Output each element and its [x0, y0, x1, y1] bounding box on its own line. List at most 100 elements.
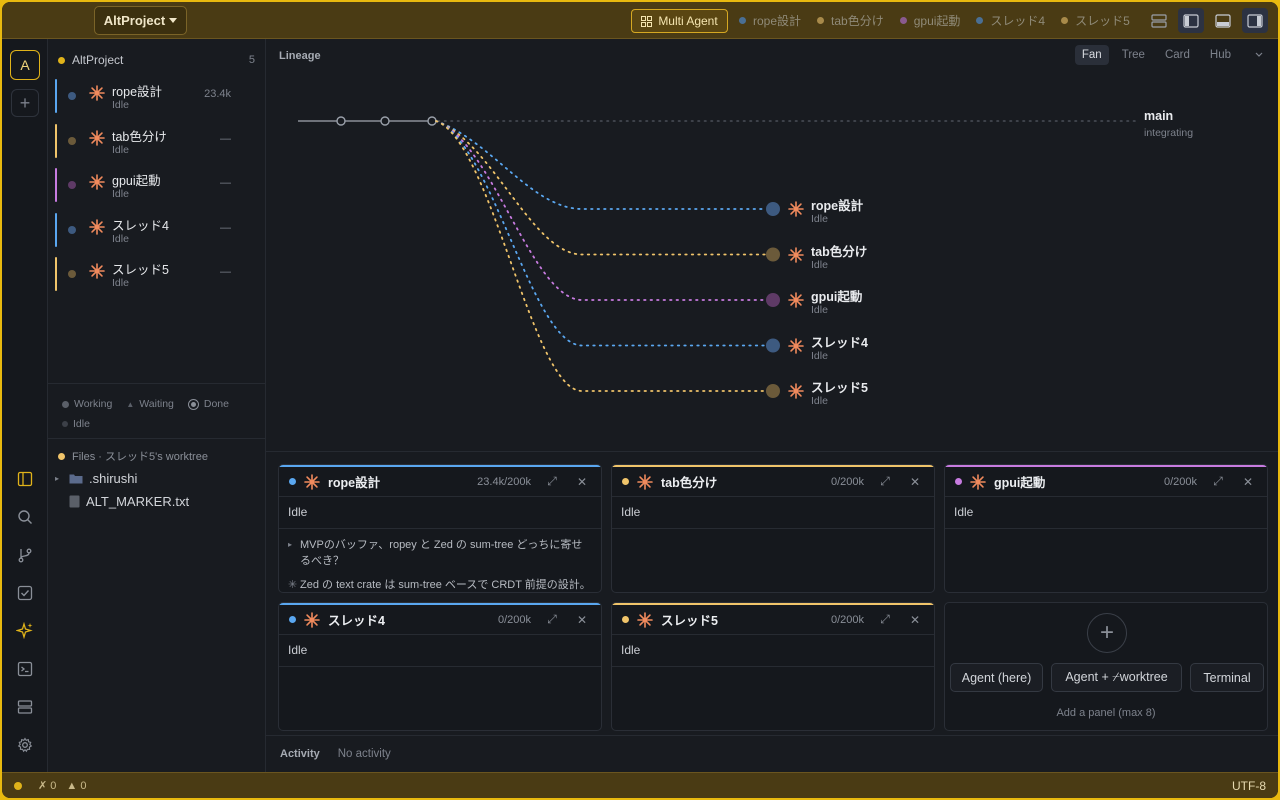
- thread-meta: 23.4k: [204, 88, 231, 100]
- thread-count: 5: [248, 54, 255, 66]
- thread-status-dot: [817, 17, 825, 24]
- multi-agent-button[interactable]: Multi Agent: [631, 9, 728, 33]
- titlebar-thread[interactable]: tab色分け: [817, 12, 884, 29]
- encoding-label[interactable]: UTF-8: [1232, 779, 1266, 793]
- close-icon[interactable]: ✕: [906, 611, 924, 629]
- panel-status: Idle: [621, 505, 641, 519]
- add-panel-hint: Add a panel (max 8): [1056, 707, 1156, 719]
- thread-color-bar: [55, 168, 57, 202]
- add-panel-plus-icon[interactable]: +: [1087, 613, 1127, 653]
- thread-meta: —: [220, 266, 231, 278]
- branch-node-label[interactable]: rope設計: [811, 195, 863, 214]
- main-node-label: main: [1144, 109, 1174, 123]
- project-header[interactable]: AltProject 5: [58, 53, 255, 67]
- server-icon[interactable]: [15, 697, 35, 717]
- thread-meta: —: [220, 177, 231, 189]
- titlebar-thread[interactable]: rope設計: [739, 12, 801, 29]
- panel-status: Idle: [621, 643, 641, 657]
- titlebar-thread[interactable]: スレッド4: [976, 12, 1045, 29]
- thread-name: tab色分け: [112, 129, 167, 144]
- close-icon[interactable]: ✕: [1239, 473, 1257, 491]
- warning-count[interactable]: ▲ 0: [66, 780, 86, 792]
- branch-node-status: Idle: [811, 395, 828, 407]
- terminal-icon[interactable]: [15, 659, 35, 679]
- agent-spark-icon: [788, 337, 804, 354]
- branch-node-label[interactable]: gpui起動: [811, 286, 862, 305]
- tab-tree[interactable]: Tree: [1115, 45, 1152, 65]
- panel-star-slot: [970, 473, 986, 490]
- left-sidebar-toggle-icon[interactable]: [1178, 8, 1204, 33]
- close-icon[interactable]: ✕: [906, 473, 924, 491]
- panel-star-slot: [637, 473, 653, 490]
- file-tree-folder[interactable]: ▸ .shirushi: [55, 471, 137, 486]
- title-bar: AltProject Multi Agent rope設計 tab色分け gpu…: [2, 2, 1278, 39]
- agent-spark-icon: [89, 129, 105, 146]
- agent-panel: tab色分け 0/200k ⤢ ✕ Idle: [611, 464, 935, 593]
- sidebar-thread-item[interactable]: rope設計 Idle 23.4k: [55, 79, 259, 115]
- file-icon: [69, 495, 80, 508]
- panel-status-dot: [622, 478, 629, 485]
- error-count[interactable]: ✗ 0: [38, 779, 56, 792]
- agent-worktree-button[interactable]: Agent + ⌿worktree: [1051, 663, 1182, 692]
- file-tree-file[interactable]: ALT_MARKER.txt: [69, 494, 189, 509]
- gear-icon[interactable]: [15, 735, 35, 755]
- agent-spark-icon: [89, 263, 105, 279]
- threads-sidebar: AltProject 5 rope設計 Idle 23.4k tab色分け Id…: [48, 39, 266, 772]
- git-branch-icon[interactable]: [15, 545, 35, 565]
- chevron-down-icon[interactable]: [1254, 51, 1264, 59]
- agent-spark-icon: [788, 201, 804, 217]
- expand-icon[interactable]: ⤢: [876, 611, 894, 629]
- tasks-checkbox-icon[interactable]: [15, 583, 35, 603]
- branch-node-status: Idle: [811, 213, 828, 225]
- search-icon[interactable]: [15, 507, 35, 527]
- titlebar-thread[interactable]: スレッド5: [1061, 12, 1130, 29]
- panel-star-slot: [304, 473, 320, 490]
- titlebar-thread[interactable]: gpui起動: [899, 12, 960, 29]
- agent-spark-icon: [970, 473, 986, 490]
- lineage-graph: main integrating rope設計 Idle tab色分け Idle gpu…: [266, 69, 1278, 452]
- close-icon[interactable]: ✕: [573, 611, 591, 629]
- thread-meta: —: [220, 221, 231, 234]
- project-switcher-button[interactable]: AltProject: [94, 6, 187, 35]
- panel-status: Idle: [954, 505, 974, 519]
- expand-icon[interactable]: ⤢: [543, 473, 561, 491]
- sidebar-thread-item[interactable]: tab色分け Idle —: [55, 123, 259, 160]
- tab-hub[interactable]: Hub: [1203, 45, 1238, 65]
- sidebar-thread-item[interactable]: スレッド4 Idle —: [55, 212, 259, 249]
- panel-divider: [279, 528, 601, 529]
- agent-panel: スレッド5 0/200k ⤢ ✕ Idle: [611, 602, 935, 731]
- sidebar-panel-icon[interactable]: [15, 469, 35, 489]
- stack-layout-icon[interactable]: [1146, 8, 1172, 33]
- add-workspace-button[interactable]: +: [11, 89, 39, 117]
- close-icon[interactable]: ✕: [573, 473, 591, 491]
- thread-status-dot: [976, 17, 984, 24]
- bottom-panel-toggle-icon[interactable]: [1210, 8, 1236, 33]
- agent-here-button[interactable]: Agent (here): [950, 663, 1043, 692]
- panel-header: tab色分け 0/200k ⤢ ✕: [612, 467, 934, 497]
- tab-fan[interactable]: Fan: [1074, 45, 1109, 65]
- terminal-button[interactable]: Terminal: [1190, 663, 1264, 692]
- multi-agent-label: Multi Agent: [658, 14, 718, 28]
- workspace-avatar[interactable]: A: [10, 50, 40, 80]
- sidebar-thread-item[interactable]: gpui起動 Idle —: [55, 168, 259, 204]
- activity-label: Activity: [280, 748, 320, 760]
- branch-node: [766, 202, 780, 216]
- status-indicator-dot: [14, 781, 22, 790]
- sparkles-ai-icon[interactable]: [15, 621, 35, 641]
- branch-node: [766, 293, 780, 307]
- panel-header: rope設計 23.4k/200k ⤢ ✕: [279, 467, 601, 497]
- agent-spark-icon: [637, 611, 653, 628]
- right-sidebar-toggle-icon[interactable]: [1242, 8, 1268, 33]
- commit-node: [380, 116, 390, 126]
- branch-node-label[interactable]: スレッド4: [811, 332, 868, 351]
- expand-icon[interactable]: ⤢: [1209, 473, 1227, 491]
- panel-status: Idle: [288, 643, 308, 657]
- branch-node-label[interactable]: スレッド5: [811, 377, 868, 396]
- sidebar-thread-item[interactable]: スレッド5 Idle —: [55, 257, 259, 293]
- thread-status: Idle: [112, 277, 129, 289]
- tab-card[interactable]: Card: [1158, 45, 1197, 65]
- expand-icon[interactable]: ⤢: [543, 611, 561, 629]
- chat-message[interactable]: ▸ MVPのバッファ、ropey と Zed の sum-tree どっちに寄せる…: [288, 537, 588, 569]
- expand-icon[interactable]: ⤢: [876, 473, 894, 491]
- branch-node-label[interactable]: tab色分け: [811, 241, 867, 260]
